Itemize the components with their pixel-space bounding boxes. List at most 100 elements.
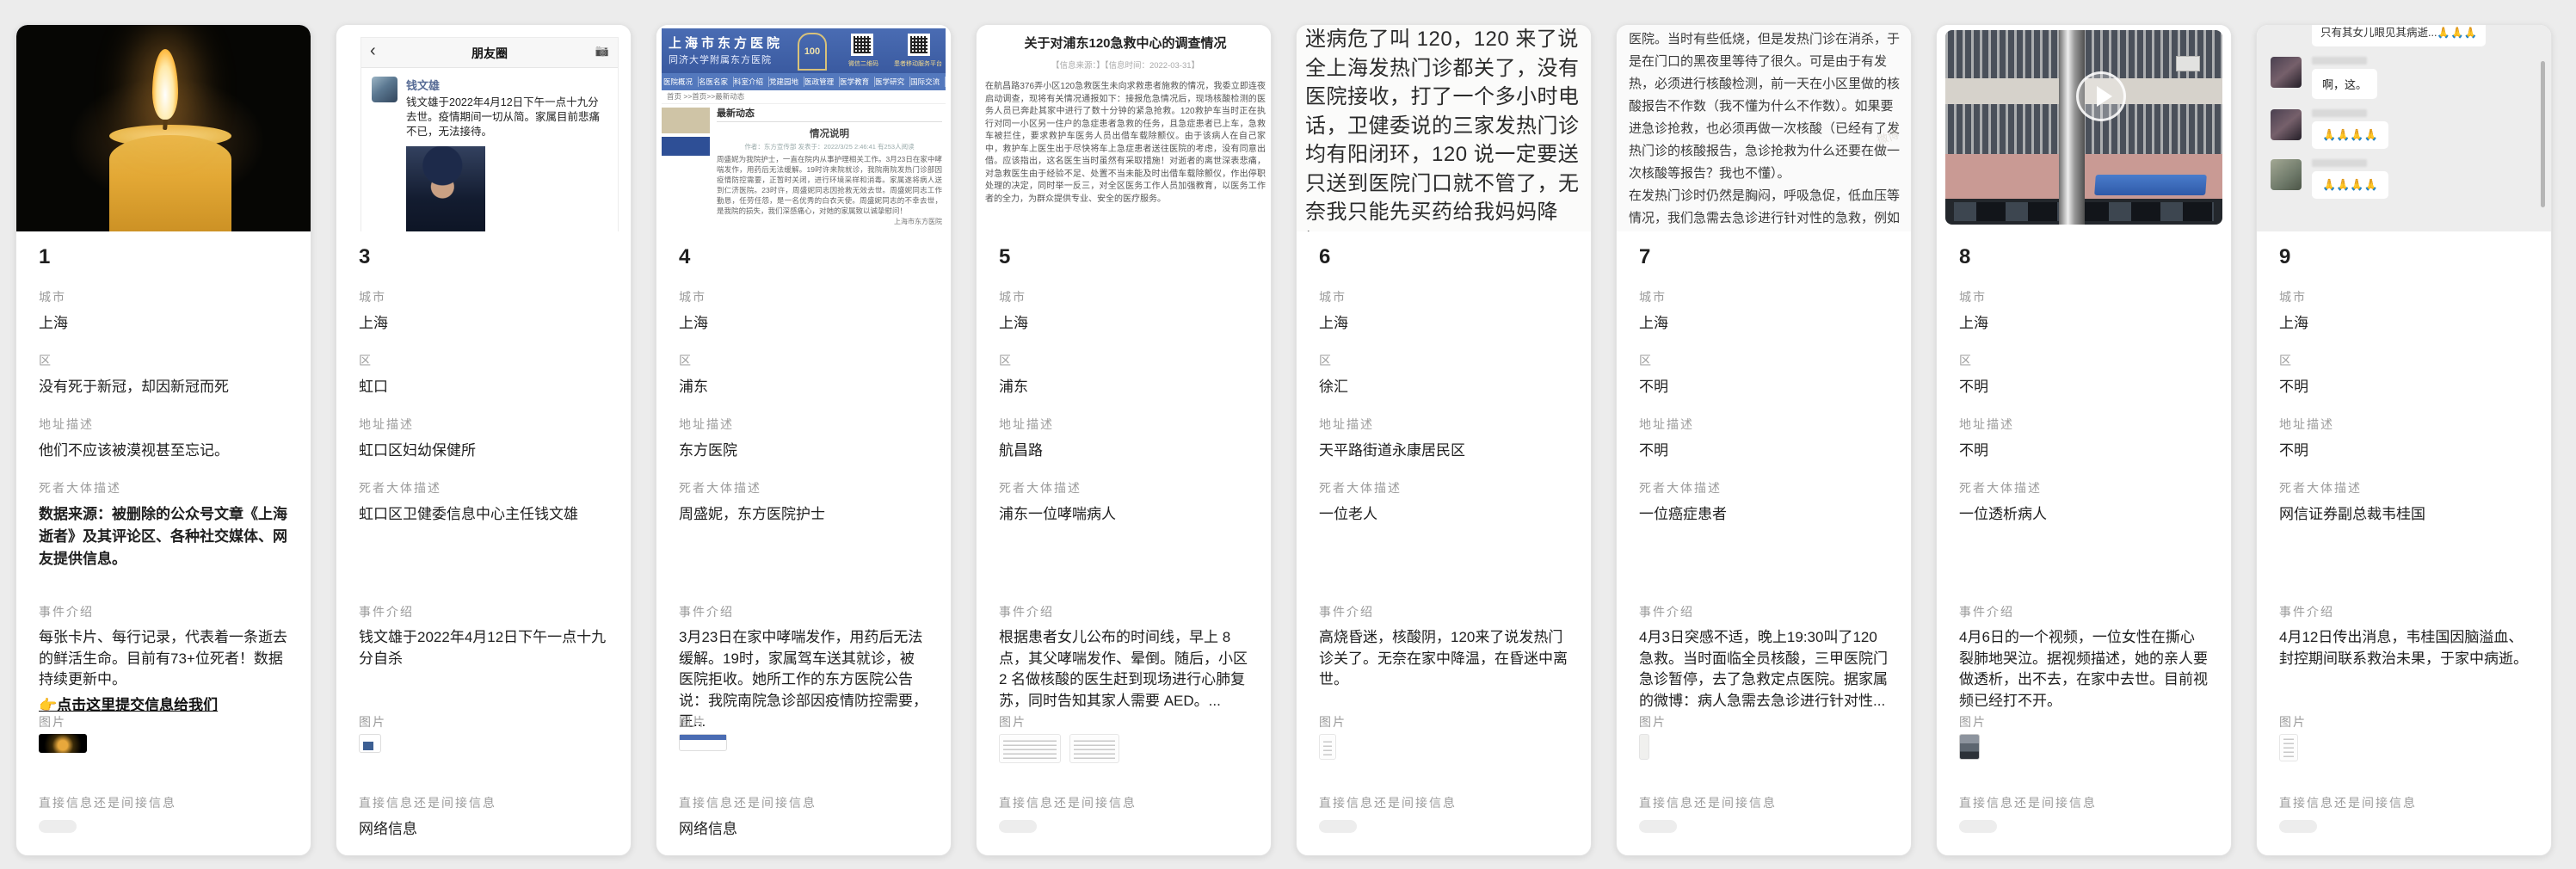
field-label-image: 图片 bbox=[359, 713, 608, 730]
field-label-event: 事件介绍 bbox=[1639, 603, 1889, 620]
field-value-district: 虹口 bbox=[359, 376, 608, 398]
notice-meta: 作者：东方宣传部 发表于：2022/3/25 2:46:41 有253人阅读 bbox=[717, 142, 942, 151]
field-label-event: 事件介绍 bbox=[2279, 603, 2529, 620]
death-record-card[interactable]: 只有其女儿眼见其病逝...🙏🙏🙏啊，这。🙏🙏🙏🙏🙏🙏🙏🙏9城市上海区不明地址描述… bbox=[2256, 24, 2552, 856]
scrollbar bbox=[2541, 61, 2545, 207]
field-label-city: 城市 bbox=[1319, 288, 1568, 305]
site-subtitle: 同济大学附属东方医院 bbox=[669, 52, 772, 66]
field-label-image: 图片 bbox=[39, 713, 288, 730]
chat-message-row: 🙏🙏🙏🙏 bbox=[2257, 159, 2551, 199]
website-nav: 医院概况名医名家科室介绍党建园地医政管理医学教育医学研究国际交流护理风采医务社工 bbox=[662, 73, 946, 90]
chat-bubble: 只有其女儿眼见其病逝...🙏🙏🙏 bbox=[2312, 25, 2486, 46]
death-record-card[interactable]: ‹朋友圈📷钱文雄钱文雄于2022年4月12日下午一点十九分去世。疫情期间一切从简… bbox=[336, 24, 632, 856]
field-label-direct-or-indirect: 直接信息还是间接信息 bbox=[39, 794, 288, 811]
qr-code bbox=[908, 34, 930, 56]
captured-text: 迷病危了叫 120，120 来了说 全上海发热门诊都关了，没有 医院接收，打了一… bbox=[1305, 25, 1586, 231]
field-label-image: 图片 bbox=[679, 713, 928, 730]
notice-title: 情况说明 bbox=[717, 126, 942, 140]
field-label-image: 图片 bbox=[999, 713, 1248, 730]
nav-item: 科室介绍 bbox=[734, 77, 769, 87]
document-title: 关于对浦东120急救中心的调查情况 bbox=[985, 34, 1266, 52]
moments-post: 钱文雄钱文雄于2022年4月12日下午一点十九分去世。疫情期间一切从简。家属目前… bbox=[361, 68, 618, 231]
cover-text-screenshot: 迷病危了叫 120，120 来了说 全上海发热门诊都关了，没有 医院接收，打了一… bbox=[1297, 25, 1591, 231]
field-value-address: 东方医院 bbox=[679, 440, 928, 461]
thumbnail-row bbox=[679, 734, 928, 772]
sidebar-block bbox=[662, 137, 710, 156]
field-label-event: 事件介绍 bbox=[999, 603, 1248, 620]
field-label-city: 城市 bbox=[679, 288, 928, 305]
site-title: 上海市东方医院 bbox=[669, 34, 783, 52]
avatar bbox=[372, 77, 397, 102]
card-number: 4 bbox=[679, 245, 690, 269]
field-label-event: 事件介绍 bbox=[1319, 603, 1568, 620]
nav-item: 党建园地 bbox=[769, 77, 804, 87]
nav-item: 医学教育 bbox=[840, 77, 875, 87]
field-value-city: 上海 bbox=[1319, 312, 1568, 334]
moments-frame: ‹朋友圈📷钱文雄钱文雄于2022年4月12日下午一点十九分去世。疫情期间一切从简… bbox=[361, 37, 619, 231]
chat-bubble: 🙏🙏🙏🙏 bbox=[2312, 171, 2388, 199]
field-value-district: 浦东 bbox=[999, 376, 1248, 398]
nav-item: 名医名家 bbox=[699, 77, 734, 87]
field-value-district: 没有死于新冠，却因新冠而死 bbox=[39, 376, 288, 398]
field-value-deceased: 网信证券副总裁韦桂国 bbox=[2279, 503, 2529, 526]
memorial-gallery-board: 1城市上海区没有死于新冠，却因新冠而死地址描述他们不应该被漠视甚至忘记。死者大体… bbox=[0, 0, 2576, 869]
field-label-direct-or-indirect: 直接信息还是间接信息 bbox=[999, 794, 1248, 811]
website-frame: 上海市东方医院同济大学附属东方医院100微信二维码患者移动服务平台医院概况名医名… bbox=[662, 28, 946, 231]
thumbnail-row bbox=[999, 734, 1248, 772]
submit-info-link[interactable]: 👉点击这里提交信息给我们 bbox=[39, 693, 218, 714]
field-label-district: 区 bbox=[679, 352, 928, 369]
field-value-event: 4月3日突感不适，晚上19:30叫了120急救。当时面临全员核酸，三甲医院门急诊… bbox=[1639, 627, 1889, 712]
field-value-address: 不明 bbox=[2279, 440, 2529, 461]
death-record-card[interactable]: 关于对浦东120急救中心的调查情况【信息来源：】【信息时间：2022-03-31… bbox=[976, 24, 1272, 856]
empty-value-pill bbox=[1959, 820, 1997, 833]
death-record-card[interactable]: 上海市东方医院同济大学附属东方医院100微信二维码患者移动服务平台医院概况名医名… bbox=[656, 24, 952, 856]
death-record-card[interactable]: 迷病危了叫 120，120 来了说 全上海发热门诊都关了，没有 医院接收，打了一… bbox=[1296, 24, 1592, 856]
field-label-direct-or-indirect: 直接信息还是间接信息 bbox=[1959, 794, 2209, 811]
field-label-deceased: 死者大体描述 bbox=[1959, 479, 2209, 496]
field-label-direct-or-indirect: 直接信息还是间接信息 bbox=[1639, 794, 1889, 811]
notice-body: 周盛妮为我院护士，一直在院内从事护理相关工作。3月23日在家中哮喘发作，用药后无… bbox=[717, 154, 942, 216]
card-number: 9 bbox=[2279, 245, 2290, 269]
website-banner: 上海市东方医院同济大学附属东方医院100微信二维码患者移动服务平台 bbox=[662, 28, 946, 73]
thumbnail-row bbox=[2279, 734, 2529, 772]
thumbnail-row bbox=[39, 734, 288, 772]
field-value-deceased: 一位癌症患者 bbox=[1639, 503, 1889, 526]
field-value-event: 4月12日传出消息，韦桂国因脑溢血、封控期间联系救治未果，于家中病逝。 bbox=[2279, 627, 2529, 669]
metal-pole bbox=[2059, 30, 2085, 225]
field-value-address: 不明 bbox=[1959, 440, 2209, 461]
moments-post-text: 钱文雄于2022年4月12日下午一点十九分去世。疫情期间一切从简。家属目前悲痛不… bbox=[406, 96, 607, 139]
field-value-city: 上海 bbox=[999, 312, 1248, 334]
field-label-address: 地址描述 bbox=[999, 416, 1248, 433]
chat-message-row: 🙏🙏🙏🙏 bbox=[2257, 109, 2551, 149]
field-label-city: 城市 bbox=[999, 288, 1248, 305]
field-value-address: 虹口区妇幼保健所 bbox=[359, 440, 608, 461]
thumbnail-strip bbox=[1639, 734, 1649, 760]
thumbnail-row bbox=[359, 734, 608, 772]
field-value-district: 徐汇 bbox=[1319, 376, 1568, 398]
field-label-district: 区 bbox=[999, 352, 1248, 369]
field-label-image: 图片 bbox=[2279, 713, 2529, 730]
field-value-city: 上海 bbox=[39, 312, 288, 334]
blurred-username bbox=[2312, 159, 2367, 167]
field-value-event: 钱文雄于2022年4月12日下午一点十九分自杀 bbox=[359, 627, 608, 669]
website-main: 最新动态情况说明作者：东方宣传部 发表于：2022/3/25 2:46:41 有… bbox=[717, 106, 942, 226]
thumbnail-row bbox=[1959, 734, 2209, 772]
captured-text: 医院。当时有些低烧，但是发热门诊在消杀，于 是在门口的黑夜里等待了很久。可是由于… bbox=[1629, 28, 1904, 230]
field-label-event: 事件介绍 bbox=[359, 603, 608, 620]
field-label-city: 城市 bbox=[1639, 288, 1889, 305]
signature: 上海市东方医院 bbox=[717, 218, 942, 226]
field-value-deceased: 浦东一位哮喘病人 bbox=[999, 503, 1248, 526]
field-label-deceased: 死者大体描述 bbox=[679, 479, 928, 496]
death-record-card[interactable]: 医院。当时有些低烧，但是发热门诊在消杀，于 是在门口的黑夜里等待了很久。可是由于… bbox=[1616, 24, 1912, 856]
field-value-deceased: 一位透析病人 bbox=[1959, 503, 2209, 526]
document-meta: 【信息来源：】【信息时间：2022-03-31】 bbox=[985, 59, 1266, 71]
thumbnail-doc-w2 bbox=[1069, 734, 1119, 763]
thumbnail-doc-sm bbox=[2279, 734, 2298, 761]
document-frame: 关于对浦东120急救中心的调查情况【信息来源：】【信息时间：2022-03-31… bbox=[985, 34, 1266, 231]
field-value-district: 浦东 bbox=[679, 376, 928, 398]
blurred-username bbox=[2312, 57, 2367, 65]
cover-candle-photo bbox=[16, 25, 311, 231]
death-record-card[interactable]: 8城市上海区不明地址描述不明死者大体描述一位透析病人事件介绍4月6日的一个视频，… bbox=[1936, 24, 2232, 856]
death-record-card[interactable]: 1城市上海区没有死于新冠，却因新冠而死地址描述他们不应该被漠视甚至忘记。死者大体… bbox=[15, 24, 311, 856]
thumbnail-row bbox=[1639, 734, 1889, 772]
